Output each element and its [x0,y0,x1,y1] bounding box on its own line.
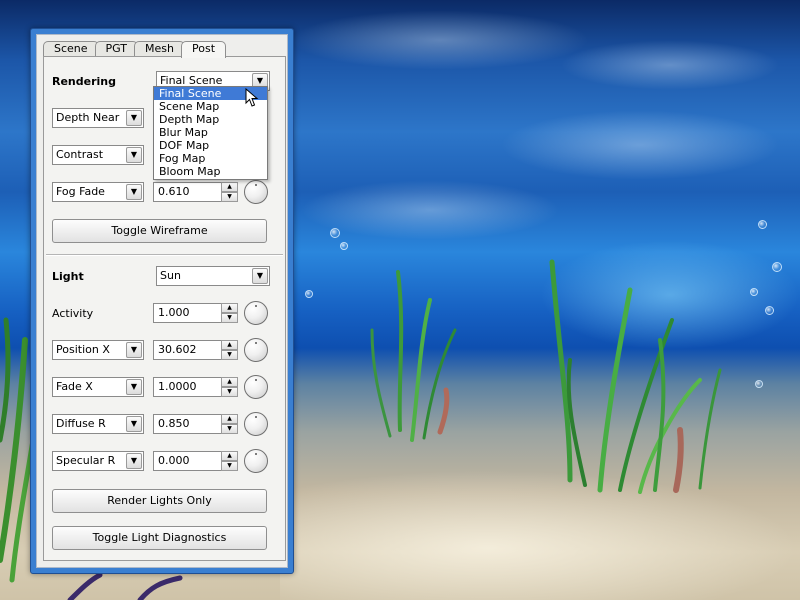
tab-mesh[interactable]: Mesh [134,41,185,57]
chevron-down-icon[interactable]: ▼ [126,379,142,395]
fade-row: Fade X ▼ 1.0000 ▲ ▼ [52,375,280,399]
render-lights-only-button[interactable]: Render Lights Only [52,489,267,513]
dropdown-option[interactable]: Depth Map [154,113,267,126]
spin-down-icon[interactable]: ▼ [221,350,238,360]
dropdown-option[interactable]: DOF Map [154,139,267,152]
fog-fade-knob[interactable] [244,180,268,204]
specular-input[interactable]: 0.000 [153,451,223,471]
depth-near-select[interactable]: Depth Near ▼ [52,108,144,128]
chevron-down-icon[interactable]: ▼ [126,110,142,126]
position-row: Position X ▼ 30.602 ▲ ▼ [52,338,280,362]
activity-knob[interactable] [244,301,268,325]
contrast-select-value: Contrast [56,148,104,161]
diffuse-spinbox: 0.850 ▲ ▼ [153,414,239,434]
chevron-down-icon[interactable]: ▼ [126,416,142,432]
activity-label: Activity [52,307,94,320]
fog-fade-select-value: Fog Fade [56,185,105,198]
dropdown-option[interactable]: Bloom Map [154,165,267,178]
activity-spinbox: 1.000 ▲ ▼ [153,303,239,323]
position-knob[interactable] [244,338,268,362]
fade-input[interactable]: 1.0000 [153,377,223,397]
diffuse-channel-select-value: Diffuse R [56,417,106,430]
toggle-wireframe-button[interactable]: Toggle Wireframe [52,219,267,243]
light-row: Light Sun ▼ [52,266,280,288]
fade-axis-select[interactable]: Fade X ▼ [52,377,144,397]
light-select[interactable]: Sun ▼ [156,266,270,286]
spin-up-icon[interactable]: ▲ [221,303,238,313]
spin-up-icon[interactable]: ▲ [221,182,238,192]
depth-near-select-value: Depth Near [56,111,120,124]
fog-fade-row: Fog Fade ▼ 0.610 ▲ ▼ [52,180,280,204]
position-axis-select[interactable]: Position X ▼ [52,340,144,360]
fog-fade-select[interactable]: Fog Fade ▼ [52,182,144,202]
tab-post[interactable]: Post [181,41,227,58]
diffuse-knob[interactable] [244,412,268,436]
spin-up-icon[interactable]: ▲ [221,414,238,424]
tab-pgt[interactable]: PGT [94,41,139,57]
chevron-down-icon[interactable]: ▼ [126,342,142,358]
specular-channel-select[interactable]: Specular R ▼ [52,451,144,471]
diffuse-input[interactable]: 0.850 [153,414,223,434]
specular-channel-select-value: Specular R [56,454,116,467]
spin-down-icon[interactable]: ▼ [221,387,238,397]
position-axis-select-value: Position X [56,343,110,356]
spin-down-icon[interactable]: ▼ [221,424,238,434]
spin-down-icon[interactable]: ▼ [221,313,238,323]
toggle-light-diagnostics-button[interactable]: Toggle Light Diagnostics [52,526,267,550]
diffuse-row: Diffuse R ▼ 0.850 ▲ ▼ [52,412,280,436]
spin-up-icon[interactable]: ▲ [221,377,238,387]
specular-knob[interactable] [244,449,268,473]
chevron-down-icon[interactable]: ▼ [126,147,142,163]
fog-fade-input[interactable]: 0.610 [153,182,223,202]
activity-input[interactable]: 1.000 [153,303,223,323]
position-input[interactable]: 30.602 [153,340,223,360]
tab-scene[interactable]: Scene [43,41,99,57]
dropdown-option[interactable]: Fog Map [154,152,267,165]
dropdown-option[interactable]: Blur Map [154,126,267,139]
fade-spinbox: 1.0000 ▲ ▼ [153,377,239,397]
fog-fade-spinbox: 0.610 ▲ ▼ [153,182,239,202]
specular-row: Specular R ▼ 0.000 ▲ ▼ [52,449,280,473]
light-label: Light [52,270,84,283]
specular-spinbox: 0.000 ▲ ▼ [153,451,239,471]
fade-knob[interactable] [244,375,268,399]
spin-down-icon[interactable]: ▼ [221,461,238,471]
chevron-down-icon[interactable]: ▼ [126,184,142,200]
section-divider [46,254,283,256]
activity-row: Activity 1.000 ▲ ▼ [52,301,280,325]
light-select-value: Sun [160,269,181,282]
position-spinbox: 30.602 ▲ ▼ [153,340,239,360]
tab-bar: Scene PGT Mesh Post [43,41,227,58]
chevron-down-icon[interactable]: ▼ [252,268,268,284]
contrast-select[interactable]: Contrast ▼ [52,145,144,165]
chevron-down-icon[interactable]: ▼ [126,453,142,469]
fade-axis-select-value: Fade X [56,380,93,393]
spin-down-icon[interactable]: ▼ [221,192,238,202]
spin-up-icon[interactable]: ▲ [221,451,238,461]
rendering-label: Rendering [52,75,116,88]
mouse-pointer-icon [245,88,259,107]
diffuse-channel-select[interactable]: Diffuse R ▼ [52,414,144,434]
spin-up-icon[interactable]: ▲ [221,340,238,350]
